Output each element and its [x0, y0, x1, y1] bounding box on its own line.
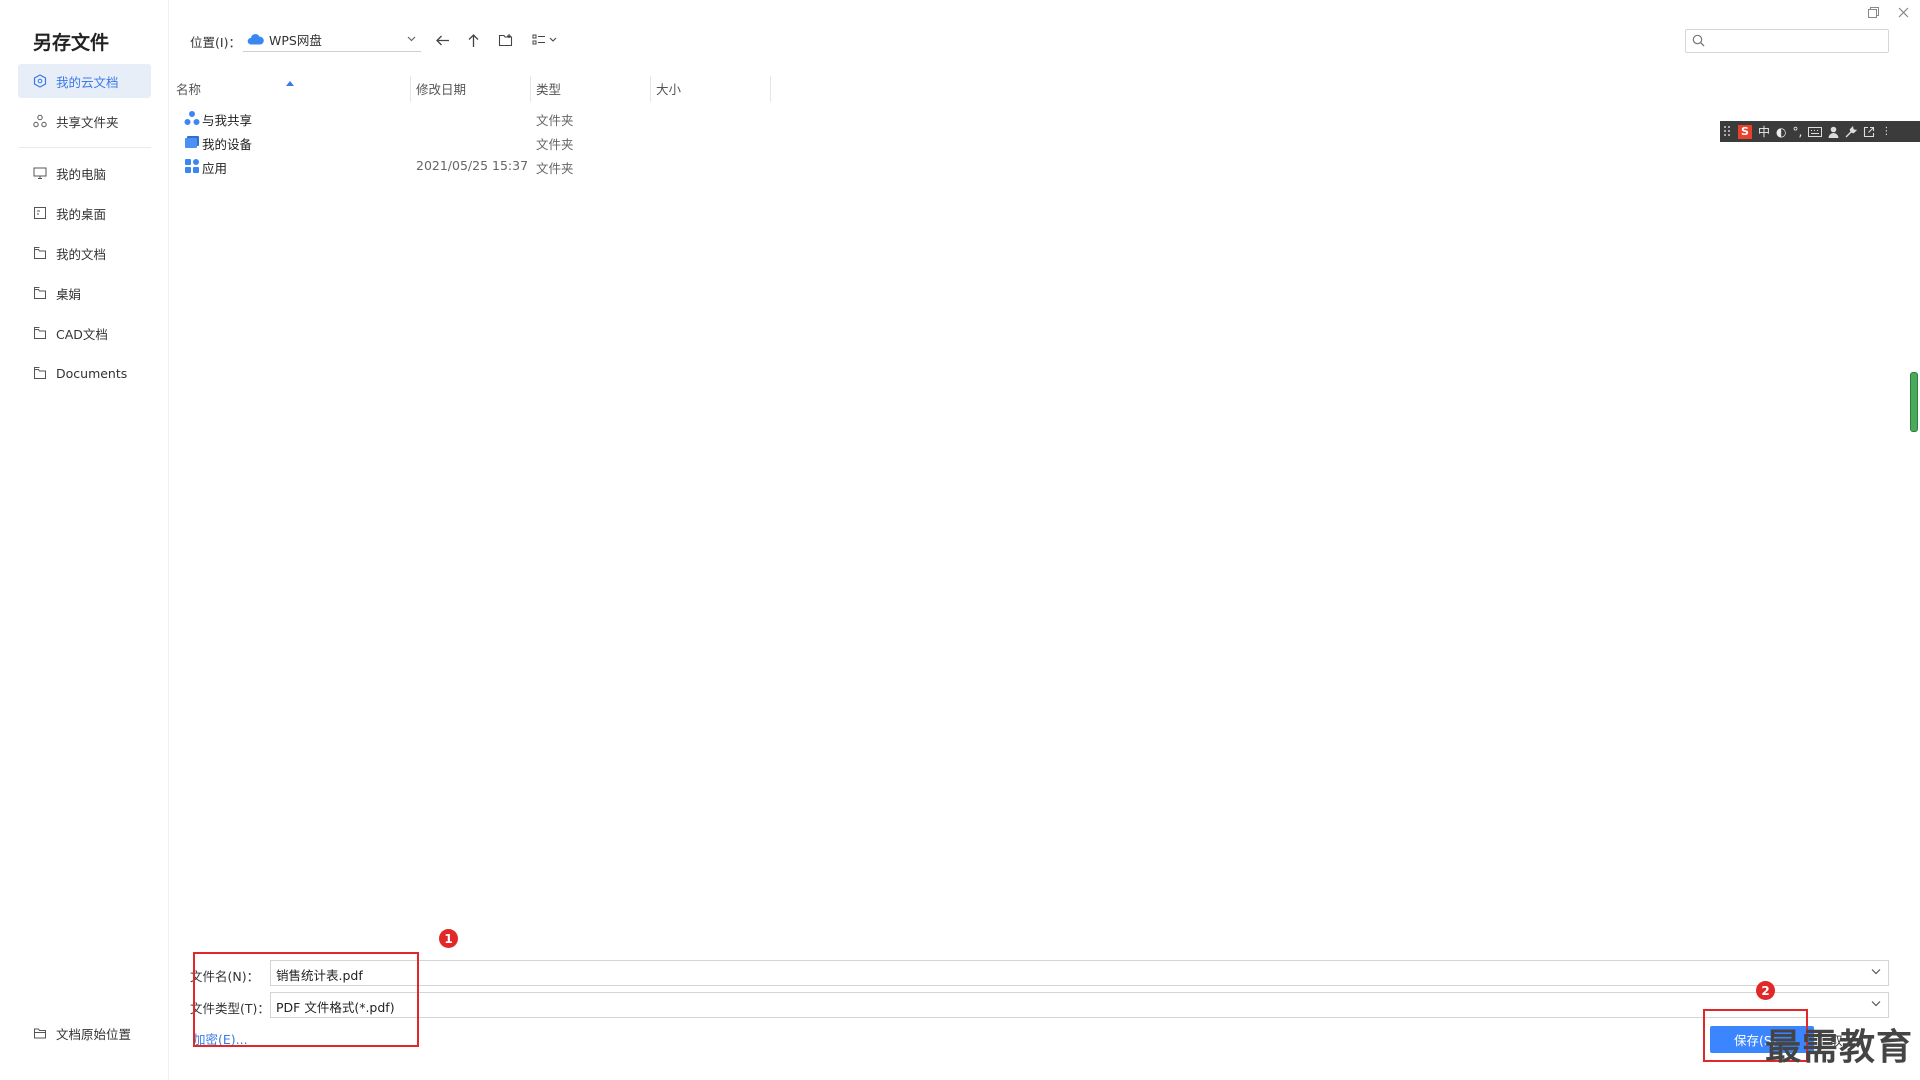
sidebar-item-label: 文档原始位置: [56, 1026, 132, 1042]
file-type: 文件夹: [536, 137, 574, 152]
search-input[interactable]: [1710, 32, 1884, 50]
grip-icon: [1724, 125, 1732, 138]
sidebar-item-label: Documents: [56, 365, 128, 381]
column-divider[interactable]: [530, 76, 531, 102]
shared-with-me-icon: [184, 110, 200, 126]
column-divider[interactable]: [770, 76, 771, 102]
location-select[interactable]: WPS网盘: [243, 27, 421, 52]
apps-icon: [184, 158, 200, 174]
sidebar-item-zhuojuan[interactable]: 桌娟: [18, 276, 151, 310]
sidebar-item-cad-docs[interactable]: CAD文档: [18, 316, 151, 350]
view-mode-button[interactable]: [529, 28, 563, 52]
file-date: 2021/05/25 15:37: [416, 158, 529, 173]
sidebar-item-label: 桌娟: [56, 286, 82, 302]
menu-dots-icon[interactable]: ⋮: [1881, 126, 1891, 137]
file-row[interactable]: 与我共享 文件夹: [176, 107, 776, 129]
wrench-icon[interactable]: [1845, 125, 1858, 138]
sidebar: 另存文件 我的云文档 共享文件夹 我的电脑 我的桌面 我的文档 桌娟 CAD文档…: [0, 0, 169, 1080]
sogou-logo-icon: S: [1738, 124, 1752, 139]
chevron-down-icon[interactable]: [1870, 965, 1884, 979]
new-folder-button[interactable]: [493, 28, 517, 52]
sidebar-item-my-computer[interactable]: 我的电脑: [18, 156, 151, 190]
column-header-name[interactable]: 名称: [176, 81, 201, 99]
sidebar-item-label: 我的桌面: [56, 206, 107, 222]
user-icon[interactable]: [1828, 126, 1839, 138]
dialog-title: 另存文件: [33, 32, 110, 54]
back-button[interactable]: [430, 28, 454, 52]
sidebar-item-my-cloud-docs[interactable]: 我的云文档: [18, 64, 151, 98]
documents-icon: [32, 245, 48, 261]
new-folder-icon: [498, 34, 512, 47]
external-icon[interactable]: [1863, 126, 1875, 138]
annotation-badge-1: 1: [439, 929, 458, 948]
punctuation-icon[interactable]: °,: [1793, 125, 1803, 139]
watermark: 最需教育: [1765, 1026, 1914, 1068]
filetype-select[interactable]: PDF 文件格式(*.pdf): [270, 992, 1889, 1018]
arrow-up-icon: [468, 33, 478, 47]
sidebar-item-original-location[interactable]: 文档原始位置: [18, 1016, 151, 1050]
share-folder-icon: [32, 113, 48, 129]
sidebar-item-label: 共享文件夹: [56, 114, 119, 130]
list-view-icon: [532, 34, 557, 45]
column-header-type[interactable]: 类型: [536, 81, 561, 99]
file-type: 文件夹: [536, 113, 574, 128]
desktop-icon: [32, 205, 48, 221]
column-divider[interactable]: [410, 76, 411, 102]
search-icon: [1692, 34, 1705, 51]
filename-field[interactable]: 销售统计表.pdf: [270, 960, 1889, 986]
original-location-icon: [32, 1025, 48, 1041]
column-divider[interactable]: [650, 76, 651, 102]
file-type: 文件夹: [536, 161, 574, 176]
up-button[interactable]: [461, 28, 485, 52]
location-label: 位置(I)：: [190, 35, 241, 50]
folder-icon: [32, 365, 48, 381]
folder-icon: [32, 285, 48, 301]
annotation-box-form: [193, 952, 419, 1047]
annotation-badge-2: 2: [1756, 981, 1775, 1000]
location-value: WPS网盘: [269, 32, 322, 48]
sort-asc-icon: [286, 75, 294, 90]
sidebar-divider: [18, 147, 151, 148]
restore-window-icon[interactable]: [1864, 3, 1882, 21]
cloud-icon: [247, 33, 264, 45]
close-window-icon[interactable]: [1894, 3, 1912, 21]
moon-icon[interactable]: ◐: [1776, 125, 1786, 139]
sidebar-item-my-documents[interactable]: 我的文档: [18, 236, 151, 270]
chevron-down-icon: [406, 32, 417, 47]
device-icon: [184, 134, 200, 150]
arrow-left-icon: [435, 35, 449, 45]
chevron-down-icon[interactable]: [1870, 997, 1884, 1011]
file-name: 我的设备: [202, 137, 253, 152]
ime-toolbar[interactable]: S 中 ◐ °, ⋮: [1720, 121, 1920, 142]
keyboard-icon[interactable]: [1808, 126, 1823, 137]
sidebar-item-label: 我的云文档: [56, 74, 119, 90]
file-row[interactable]: 应用 2021/05/25 15:37 文件夹: [176, 155, 776, 177]
column-header-size[interactable]: 大小: [656, 81, 681, 99]
file-name: 应用: [202, 161, 228, 176]
search-box[interactable]: [1685, 29, 1889, 53]
ime-language[interactable]: 中: [1758, 123, 1770, 140]
sidebar-item-shared-folder[interactable]: 共享文件夹: [18, 104, 151, 138]
scroll-indicator[interactable]: [1910, 372, 1918, 432]
file-row[interactable]: 我的设备 文件夹: [176, 131, 776, 153]
folder-icon: [32, 325, 48, 341]
sidebar-item-label: 我的电脑: [56, 166, 107, 182]
computer-icon: [32, 165, 48, 181]
sidebar-item-my-desktop[interactable]: 我的桌面: [18, 196, 151, 230]
cloud-doc-icon: [32, 73, 48, 89]
column-header-modified[interactable]: 修改日期: [416, 81, 466, 99]
sidebar-item-label: 我的文档: [56, 246, 107, 262]
file-name: 与我共享: [202, 113, 253, 128]
sidebar-item-label: CAD文档: [56, 326, 108, 342]
sidebar-item-documents[interactable]: Documents: [18, 356, 151, 390]
